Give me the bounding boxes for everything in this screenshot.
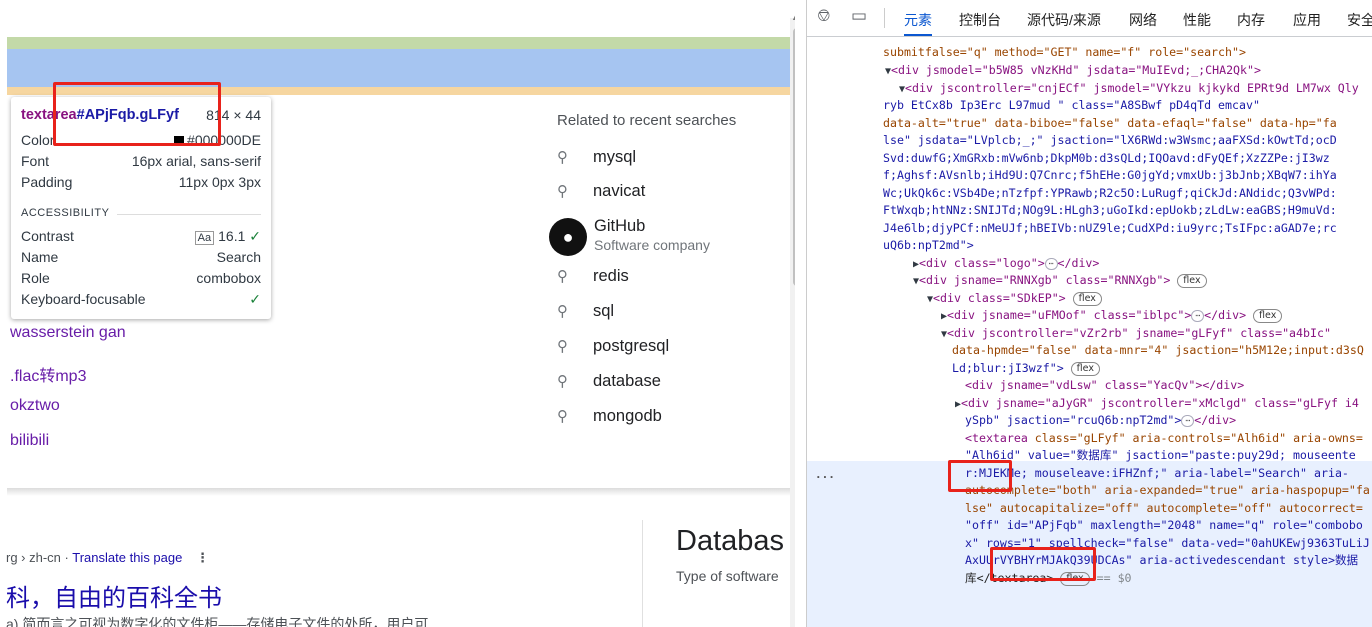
knowledge-panel-subtitle: Type of software xyxy=(676,568,779,584)
tab-memory[interactable]: 内存 xyxy=(1237,10,1265,30)
scroll-up-arrow-icon[interactable]: ▲ xyxy=(791,12,795,22)
recent-search-item[interactable]: okztwo xyxy=(10,397,60,415)
flex-badge[interactable]: flex xyxy=(1253,308,1283,323)
tree-line: "Alh6id" value="数据库" jsaction="paste:puy… xyxy=(965,448,1356,462)
suggestion-item[interactable]: ⚲ database xyxy=(557,372,661,391)
search-icon: ⚲ xyxy=(557,408,568,425)
tree-node[interactable]: ▼<div jsname="RNNXgb" class="RNNXgb"> fl… xyxy=(913,272,1207,291)
related-searches-title: Related to recent searches xyxy=(557,112,737,129)
tree-node[interactable]: ▼<div jscontroller="vZr2rb" jsname="gLFy… xyxy=(941,325,1331,344)
annotation-box-textarea xyxy=(948,460,1012,492)
suggestion-item[interactable]: ⚲ redis xyxy=(557,267,629,286)
tree-node[interactable]: ▼<div jsmodel="b5W85 vNzKHd" jsdata="MuI… xyxy=(885,62,1261,81)
tree-line: r:MJEKMe; mouseleave:iFHZnf;" aria-label… xyxy=(965,466,1349,480)
github-suggestion[interactable]: GitHub xyxy=(594,217,645,236)
tree-line: FtWxqb;htNNz:SNIJTd;NOg9L:HLgh3;uGoIkd:e… xyxy=(883,203,1337,217)
collapsed-content-icon[interactable]: ⋯ xyxy=(1181,414,1195,427)
tree-node[interactable]: <div jsname="vdLsw" class="YacQv"></div> xyxy=(965,377,1244,395)
tree-node[interactable]: ▼<div jscontroller="cnjECf" jsmodel="VYk… xyxy=(899,80,1359,99)
check-icon: ✓ xyxy=(249,291,261,307)
tree-line: f;Aghsf:AVsnlb;iHd9U:Q7Cnrc;f5hEHe:G0jgY… xyxy=(883,168,1337,182)
tab-performance[interactable]: 性能 xyxy=(1183,10,1211,30)
tooltip-row-focusable: Keyboard-focusable ✓ xyxy=(21,291,261,307)
tree-line: Ld;blur:jI3wzf"> flex xyxy=(952,360,1100,378)
tree-line: uQ6b:npT2md"> xyxy=(883,238,974,252)
tree-node[interactable]: ▶<div jsname="aJyGR" jscontroller="xMclg… xyxy=(955,395,1359,414)
knowledge-panel-title: Databas xyxy=(676,525,785,557)
divider xyxy=(642,520,643,627)
search-icon: ⚲ xyxy=(557,303,568,320)
suggestion-item[interactable]: ⚲ postgresql xyxy=(557,337,669,356)
annotation-box-id xyxy=(990,547,1096,581)
flex-badge[interactable]: flex xyxy=(1177,273,1207,288)
search-icon: ⚲ xyxy=(557,373,568,390)
tree-node[interactable]: ▼<div class="SDkEP"> flex xyxy=(927,290,1102,309)
suggestion-item[interactable]: ⚲ mysql xyxy=(557,148,636,167)
search-icon: ⚲ xyxy=(557,338,568,355)
tooltip-row-font: Font 16px arial, sans-serif xyxy=(21,153,261,169)
tree-node[interactable]: ▶<div jsname="uFMOof" class="iblpc"> ⋯ </d… xyxy=(941,307,1283,326)
tree-line: lse" autocapitalize="off" autocomplete="… xyxy=(965,501,1363,515)
tree-line: "off" id="APjFqb" maxlength="2048" name=… xyxy=(965,518,1363,532)
collapsed-content-icon[interactable]: ⋯ xyxy=(1044,257,1058,270)
tree-line: data-alt="true" data-biboe="false" data-… xyxy=(883,116,1337,130)
github-subtitle: Software company xyxy=(594,237,710,253)
tooltip-row-role: Role combobox xyxy=(21,270,261,286)
annotation-box-selector xyxy=(53,82,221,146)
search-icon: ⚲ xyxy=(557,183,568,200)
result-breadcrumb: rg › zh-cn · Translate this page ⋮ xyxy=(6,550,209,565)
devtools-panel: ⎊ ▭ 元素 控制台 源代码/来源 网络 性能 内存 应用 安全 ... sub… xyxy=(806,0,1372,627)
search-icon: ⚲ xyxy=(557,268,568,285)
tab-network[interactable]: 网络 xyxy=(1129,10,1157,30)
recent-search-item[interactable]: .flac转mp3 xyxy=(10,362,86,386)
devtools-tab-bar: ⎊ ▭ 元素 控制台 源代码/来源 网络 性能 内存 应用 安全 xyxy=(807,0,1372,37)
tab-sources[interactable]: 源代码/来源 xyxy=(1027,10,1101,30)
tooltip-row-contrast: Contrast Aa 16.1 ✓ xyxy=(21,228,261,245)
check-icon: ✓ xyxy=(249,228,261,244)
tree-node[interactable]: ▶<div class="logo"> ⋯ </div> xyxy=(913,255,1099,274)
tree-node-selected[interactable]: <textarea class="gLFyf" aria-controls="A… xyxy=(965,430,1363,448)
page-scrollbar-thumb[interactable] xyxy=(793,28,795,286)
tooltip-row-padding: Padding 11px 0px 3px xyxy=(21,174,261,190)
recent-search-item[interactable]: wasserstein gan xyxy=(10,324,126,342)
tab-security[interactable]: 安全 xyxy=(1347,10,1372,30)
tree-line: data-hpmde="false" data-mnr="4" jsaction… xyxy=(952,343,1364,357)
translate-link[interactable]: Translate this page xyxy=(72,550,182,565)
device-toolbar-icon[interactable]: ▭ xyxy=(851,6,867,26)
suggestion-item[interactable]: ⚲ sql xyxy=(557,302,614,321)
tree-line: ryb EtCx8b Ip3Erc L97mud " class="A8SBwf… xyxy=(883,98,1260,112)
search-icon: ⚲ xyxy=(557,149,568,166)
more-options-icon[interactable]: ⋮ xyxy=(196,550,209,565)
inspect-element-icon[interactable]: ⎊ xyxy=(817,6,831,26)
suggestion-item[interactable]: ⚲ navicat xyxy=(557,182,645,201)
tree-line: submitfalse="q" method="GET" name="f" ro… xyxy=(883,45,1246,59)
result-snippet: a) 简而言之可视为数字化的文件柜——存储电子文件的处所，用户可 xyxy=(6,616,429,627)
flex-badge[interactable]: flex xyxy=(1072,291,1102,306)
suggestion-item[interactable]: ⚲ mongodb xyxy=(557,407,662,426)
collapsed-content-icon[interactable]: ⋯ xyxy=(1191,309,1205,322)
tab-elements[interactable]: 元素 xyxy=(904,10,932,36)
tooltip-row-name: Name Search xyxy=(21,249,261,265)
divider xyxy=(884,8,885,28)
flex-badge[interactable]: flex xyxy=(1070,361,1100,376)
result-title-link[interactable]: 科，自由的百科全书 xyxy=(6,578,222,613)
node-actions-icon[interactable]: ... xyxy=(815,466,835,484)
tree-line: J4e6lb;djyPCf:nMeUJf;hBEIVb:nUZ9le;CudXP… xyxy=(883,221,1337,235)
tree-line: lse" jsdata="LVplcb;_;" jsaction="lX6RWd… xyxy=(883,133,1337,147)
element-highlight-margin xyxy=(7,37,795,49)
recent-search-item[interactable]: bilibili xyxy=(10,432,49,450)
tree-line: Wc;UkQk6c:VSb4De;nTzfpf:YPRawb;R2c5O:LuR… xyxy=(883,186,1337,200)
tree-line: Svd:duwfG;XmGRxb:mVw6nb;DkpM0b:d3sQLd;IQ… xyxy=(883,151,1330,165)
github-logo-icon: ● xyxy=(549,218,587,256)
tree-line: ySpb" jsaction="rcuQ6b:npT2md"> ⋯ </div> xyxy=(965,413,1237,427)
tab-console[interactable]: 控制台 xyxy=(959,10,1001,30)
accessibility-section-label: ACCESSIBILITY xyxy=(21,207,261,219)
dropdown-shadow xyxy=(7,488,795,496)
tree-line: autocomplete="both" aria-expanded="true"… xyxy=(965,483,1370,497)
tab-application[interactable]: 应用 xyxy=(1293,10,1321,30)
